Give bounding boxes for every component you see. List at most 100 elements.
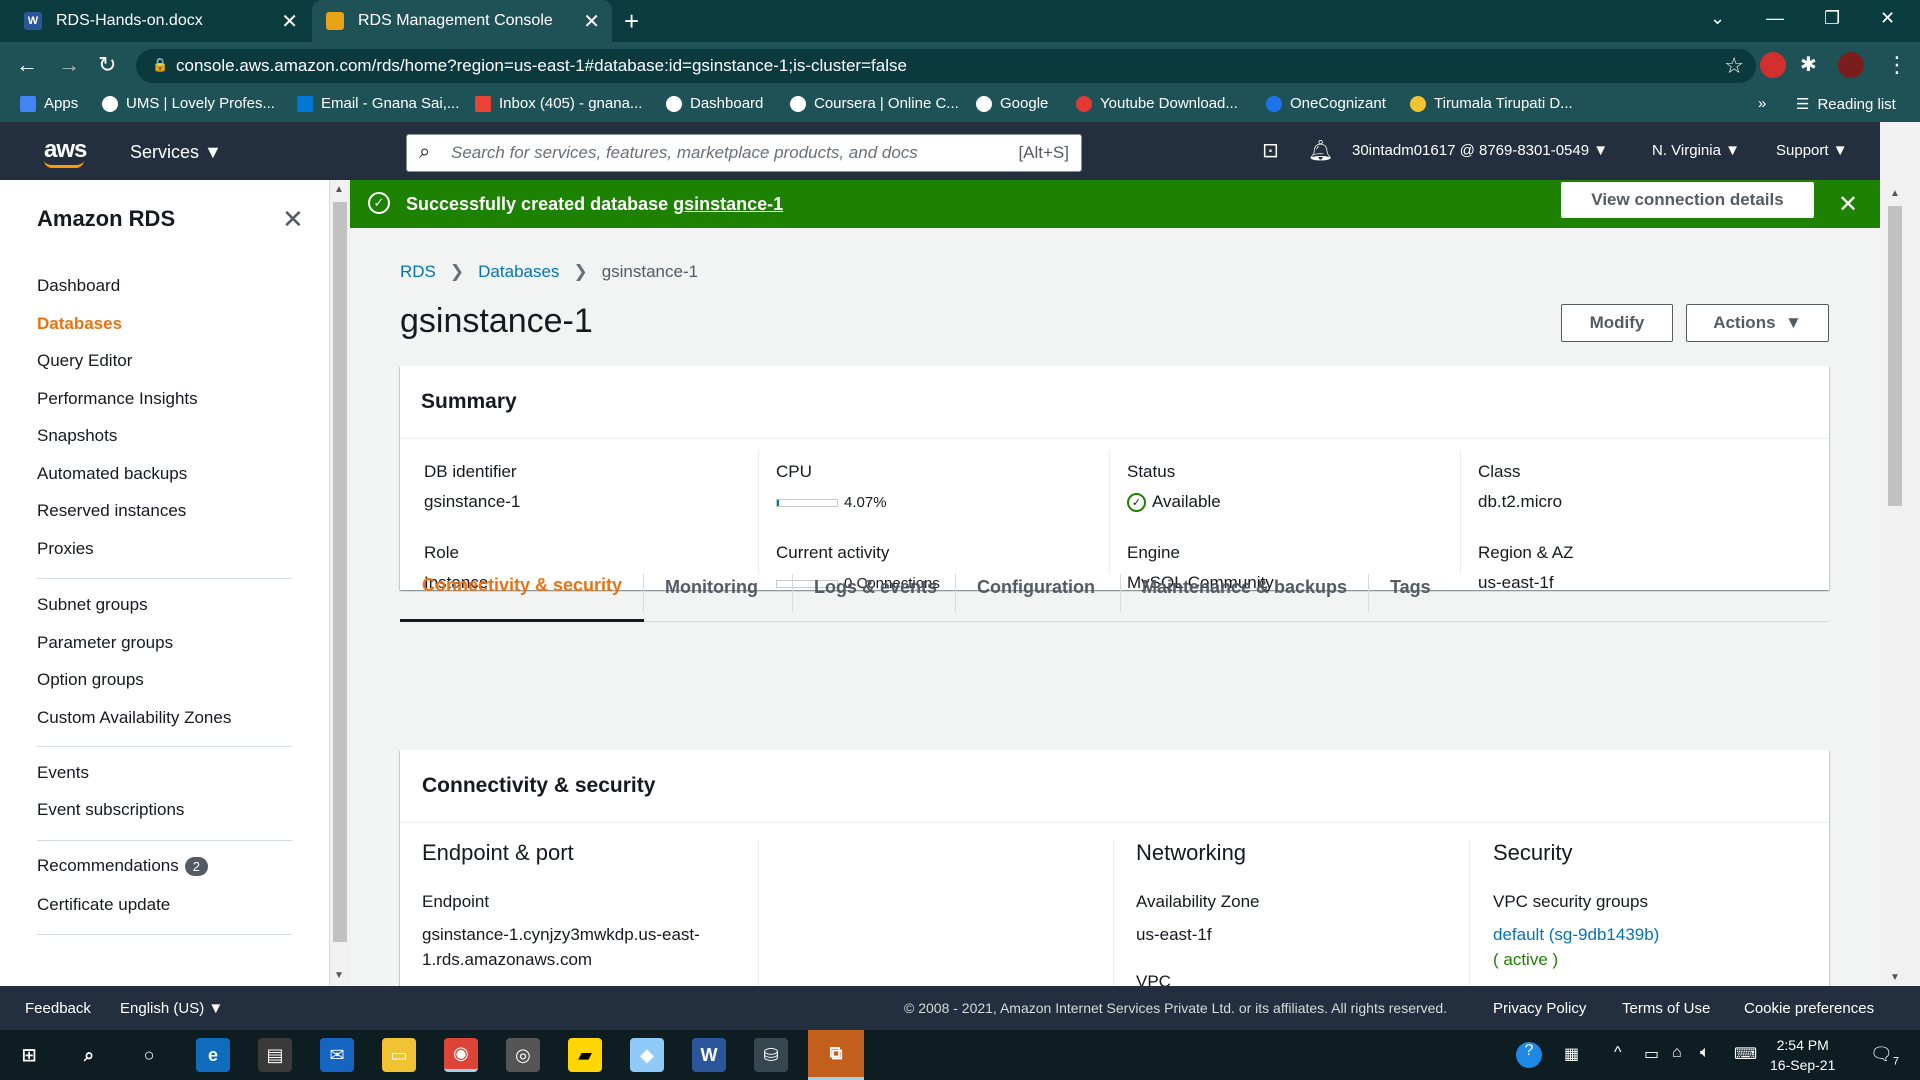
vpc-security-group-link[interactable]: default (sg-9db1439b) [1493,925,1659,945]
sidebar-item-recommendations[interactable]: Recommendations 2 [37,856,208,876]
reading-list-button[interactable]: ☰ Reading list [1796,95,1896,114]
browser-tab-rds[interactable]: RDS Management Console ✕ [312,0,612,42]
cloudshell-icon[interactable]: ⊡ [1262,138,1279,163]
bookmark-google[interactable]: Google [976,95,1048,112]
sticky-notes-icon[interactable]: ▰ [568,1038,602,1072]
url-bar[interactable]: 🔒 console.aws.amazon.com/rds/home?region… [136,49,1756,83]
close-tab-icon[interactable]: ✕ [583,9,600,34]
puzzle-icon[interactable]: ✱ [1800,52,1817,77]
new-tab-icon[interactable]: + [624,6,639,37]
sidebar-item-query-editor[interactable]: Query Editor [37,351,132,371]
bookmarks-overflow-icon[interactable]: » [1758,95,1766,112]
bookmark-star-icon[interactable]: ☆ [1724,53,1744,79]
breadcrumb-databases[interactable]: Databases [478,262,559,281]
cortana-icon[interactable]: ○ [132,1038,166,1072]
view-connection-details-button[interactable]: View connection details [1561,182,1814,218]
keyboard-icon[interactable]: ⌨ [1734,1044,1757,1064]
tab-configuration[interactable]: Configuration [955,552,1117,622]
tab-logs-events[interactable]: Logs & events [792,552,959,622]
bookmark-coursera[interactable]: Coursera | Online C... [790,95,959,112]
taskbar-clock[interactable]: 2:54 PM 16-Sep-21 [1770,1035,1835,1075]
mail-icon[interactable]: ✉ [320,1038,354,1072]
aws-logo[interactable]: aws [44,136,87,168]
scroll-up-icon[interactable]: ▲ [1890,188,1900,199]
restore-icon[interactable]: ❐ [1824,8,1840,29]
tab-tags[interactable]: Tags [1368,552,1453,622]
bookmark-dashboard[interactable]: Dashboard [666,95,763,112]
breadcrumb-rds[interactable]: RDS [400,262,436,281]
edge-icon[interactable]: e [196,1038,230,1072]
support-menu[interactable]: Support ▼ [1776,142,1848,159]
sidebar-item-databases[interactable]: Databases [37,314,122,334]
actions-button[interactable]: Actions ▼ [1686,304,1829,342]
bookmark-youtube[interactable]: Youtube Download... [1076,95,1238,112]
flash-db-link[interactable]: gsinstance-1 [673,194,783,215]
tab-maintenance-backups[interactable]: Maintenance & backups [1120,552,1369,622]
chrome-menu-icon[interactable]: ⋮ [1886,52,1908,78]
console-search-input[interactable]: ⌕ Search for services, features, marketp… [406,134,1082,172]
sidebar-item-reserved-instances[interactable]: Reserved instances [37,501,186,521]
sidebar-item-snapshots[interactable]: Snapshots [37,426,117,446]
bookmark-onecognizant[interactable]: OneCognizant [1266,95,1386,112]
volume-icon[interactable]: 🔈︎ [1700,1044,1710,1062]
services-menu-button[interactable]: Services ▼ [130,142,222,163]
help-icon[interactable]: ? [1516,1042,1542,1068]
bookmark-apps[interactable]: Apps [20,95,78,112]
sidebar-item-custom-az[interactable]: Custom Availability Zones [37,708,231,728]
sidebar-item-subnet-groups[interactable]: Subnet groups [37,595,148,615]
endpoint-value-line1[interactable]: gsinstance-1.cynjzy3mwkdp.us-east- [422,925,700,945]
close-sidebar-icon[interactable]: ✕ [282,204,304,235]
page-scrollbar[interactable]: ▲ ▼ [1880,122,1920,1030]
taskbar-search-icon[interactable]: ⌕ [72,1038,106,1072]
endpoint-value-line2[interactable]: 1.rds.amazonaws.com [422,950,592,970]
extension-icon[interactable] [1760,52,1786,78]
sidebar-item-event-subscriptions[interactable]: Event subscriptions [37,800,184,820]
back-icon[interactable]: ← [16,52,38,78]
tab-monitoring[interactable]: Monitoring [643,552,780,622]
sidebar-item-option-groups[interactable]: Option groups [37,670,144,690]
bookmark-inbox[interactable]: Inbox (405) - gnana... [475,95,642,112]
terms-of-use-link[interactable]: Terms of Use [1622,1000,1710,1017]
news-widget-icon[interactable]: ▦ [1564,1044,1579,1064]
bookmark-ums[interactable]: UMS | Lovely Profes... [102,95,275,112]
sidebar-item-events[interactable]: Events [37,763,89,783]
scroll-thumb[interactable] [1888,206,1902,506]
language-selector[interactable]: English (US) ▼ [120,1000,223,1017]
cookie-preferences-link[interactable]: Cookie preferences [1744,1000,1874,1017]
battery-icon[interactable]: ▭ [1644,1044,1659,1064]
profile-avatar[interactable] [1838,52,1864,78]
tab-search-icon[interactable]: ⌄ [1710,8,1725,29]
bell-icon[interactable]: 🔔︎ [1308,138,1333,163]
sidebar-item-automated-backups[interactable]: Automated backups [37,464,187,484]
store-icon[interactable]: ▤ [258,1038,292,1072]
region-menu[interactable]: N. Virginia ▼ [1652,142,1740,159]
teams-app-icon[interactable]: ⧉ [808,1030,864,1080]
forward-icon[interactable]: → [58,52,80,78]
network-icon[interactable]: ⌂ [1672,1044,1682,1062]
scroll-up-icon[interactable]: ▲ [334,184,344,195]
scroll-down-icon[interactable]: ▼ [334,970,344,981]
close-tab-icon[interactable]: ✕ [281,9,298,34]
scroll-thumb[interactable] [333,202,347,942]
sidebar-item-proxies[interactable]: Proxies [37,539,94,559]
dismiss-flash-icon[interactable]: ✕ [1838,190,1858,219]
app-icon[interactable]: ◆ [630,1038,664,1072]
account-menu[interactable]: 30intadm01617 @ 8769-8301-0549 ▼ [1352,142,1608,159]
sidebar-item-certificate-update[interactable]: Certificate update [37,895,170,915]
bookmark-tirumala[interactable]: Tirumala Tirupati D... [1410,95,1573,112]
browser-tab-word[interactable]: W RDS-Hands-on.docx ✕ [10,0,310,42]
media-player-icon[interactable]: ◎ [506,1038,540,1072]
windows-start-icon[interactable]: ⊞ [12,1038,46,1072]
feedback-link[interactable]: Feedback [25,1000,91,1017]
file-explorer-icon[interactable]: ▭ [382,1038,416,1072]
window-close-icon[interactable]: ✕ [1880,8,1895,29]
mysql-workbench-icon[interactable]: ⛁ [754,1038,788,1072]
modify-button[interactable]: Modify [1561,304,1673,342]
notification-icon[interactable]: 🗨︎7 [1870,1044,1899,1068]
word-icon[interactable]: W [692,1038,726,1072]
sidebar-scrollbar[interactable]: ▲ ▼ [330,180,350,986]
privacy-policy-link[interactable]: Privacy Policy [1493,1000,1586,1017]
reload-icon[interactable]: ↻ [98,52,116,78]
chrome-icon[interactable]: ◉ [444,1038,478,1072]
minimize-icon[interactable]: — [1766,8,1784,29]
